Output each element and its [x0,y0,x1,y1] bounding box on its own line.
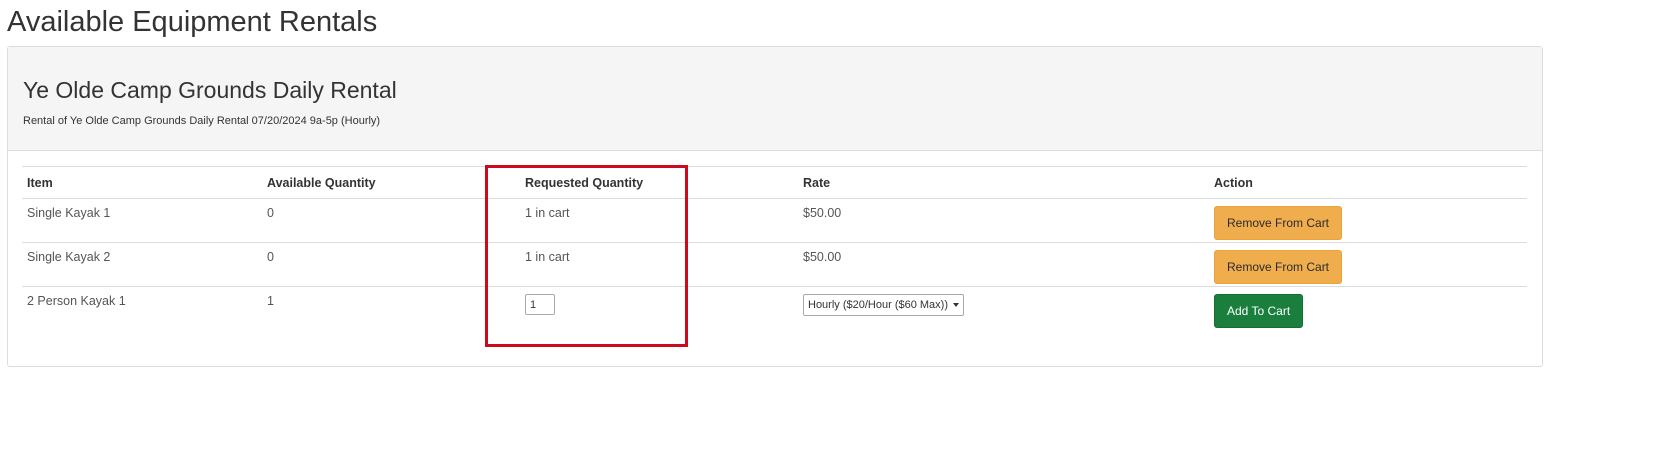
item-name: Single Kayak 1 [22,198,262,243]
add-to-cart-button[interactable]: Add To Cart [1214,294,1304,328]
available-quantity: 0 [262,242,520,287]
header-requested-quantity: Requested Quantity [520,166,798,199]
action-cell: Add To Cart [1209,287,1527,331]
rental-subtitle: Rental of Ye Olde Camp Grounds Daily Ren… [23,115,381,127]
action-cell: Remove From Cart [1209,242,1527,287]
remove-from-cart-button[interactable]: Remove From Cart [1214,250,1343,284]
item-name: Single Kayak 2 [22,242,262,287]
page-title: Available Equipment Rentals [7,6,378,38]
table-header-row: Item Available Quantity Requested Quanti… [22,166,1527,199]
chevron-down-icon [953,303,959,307]
rate: $50.00 [798,242,1209,287]
equipment-table: Item Available Quantity Requested Quanti… [22,166,1527,331]
requested-quantity-cell [520,287,798,331]
header-action: Action [1209,166,1527,199]
requested-quantity: 1 in cart [520,242,798,287]
rate-cell: Hourly ($20/Hour ($60 Max)) [798,287,1209,331]
remove-from-cart-button[interactable]: Remove From Cart [1214,206,1343,240]
rate: $50.00 [798,198,1209,243]
rental-panel-heading: Ye Olde Camp Grounds Daily Rental Rental… [8,47,1542,151]
action-cell: Remove From Cart [1209,198,1527,243]
rental-panel: Ye Olde Camp Grounds Daily Rental Rental… [7,46,1543,367]
rate-select[interactable]: Hourly ($20/Hour ($60 Max)) [803,294,964,316]
table-row: Single Kayak 1 0 1 in cart $50.00 Remove… [22,198,1527,243]
rental-title: Ye Olde Camp Grounds Daily Rental [23,77,397,103]
available-quantity: 1 [267,294,274,308]
requested-quantity-input[interactable] [525,294,555,315]
table-row: Single Kayak 2 0 1 in cart $50.00 Remove… [22,242,1527,287]
rate-select-value: Hourly ($20/Hour ($60 Max)) [808,299,948,311]
available-quantity: 0 [262,198,520,243]
header-available-quantity: Available Quantity [262,166,520,199]
item-name: 2 Person Kayak 1 [27,294,126,308]
table-row: 2 Person Kayak 1 1 Hourly ($20/Hour ($60… [22,287,1527,331]
header-item: Item [22,166,262,199]
requested-quantity: 1 in cart [520,198,798,243]
header-rate: Rate [798,166,1209,199]
